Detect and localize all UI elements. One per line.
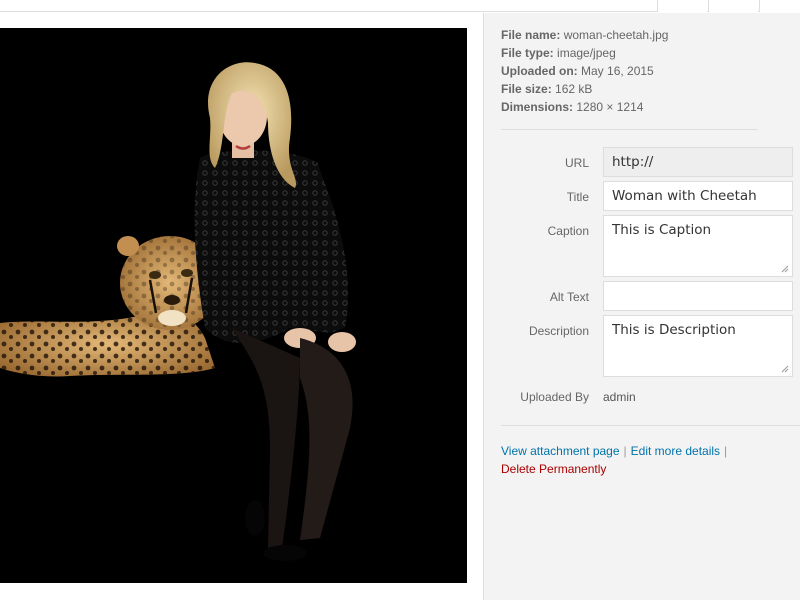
file-type-value: image/jpeg xyxy=(557,46,616,60)
uploaded-by-label: Uploaded By xyxy=(520,390,589,404)
resize-grip-icon[interactable] xyxy=(781,265,789,273)
file-size-row: File size: 162 kB xyxy=(501,80,668,98)
url-field[interactable]: http:// xyxy=(603,147,793,177)
actions-row-2: Delete Permanently xyxy=(501,460,731,478)
uploaded-on-row: Uploaded on: May 16, 2015 xyxy=(501,62,668,80)
delete-permanently-link[interactable]: Delete Permanently xyxy=(501,462,606,476)
view-attachment-link[interactable]: View attachment page xyxy=(501,444,620,458)
description-text: This is Description xyxy=(612,322,736,338)
dimensions-row: Dimensions: 1280 × 1214 xyxy=(501,98,668,116)
modal-header xyxy=(0,0,800,12)
next-button[interactable] xyxy=(708,0,758,12)
close-button[interactable] xyxy=(759,0,800,12)
file-size-label: File size: xyxy=(501,82,552,96)
previous-button[interactable] xyxy=(657,0,707,12)
caption-textarea[interactable]: This is Caption xyxy=(603,215,793,277)
title-field[interactable]: Woman with Cheetah xyxy=(603,181,793,211)
file-name-label: File name: xyxy=(501,28,561,42)
url-label: URL xyxy=(564,156,589,170)
actions-row-1: View attachment page | Edit more details | xyxy=(501,442,731,460)
edit-more-details-link[interactable]: Edit more details xyxy=(631,444,720,458)
separator: | xyxy=(724,444,728,458)
uploaded-by-value: admin xyxy=(603,390,636,404)
caption-text: This is Caption xyxy=(612,222,712,238)
caption-label: Caption xyxy=(547,224,589,238)
alt-text-field[interactable] xyxy=(603,281,793,311)
separator: | xyxy=(623,444,627,458)
title-label: Title xyxy=(566,190,589,204)
attachment-media-view xyxy=(0,13,483,600)
resize-grip-icon[interactable] xyxy=(781,365,789,373)
attachment-details-sidebar: File name: woman-cheetah.jpg File type: … xyxy=(483,13,800,600)
file-type-label: File type: xyxy=(501,46,554,60)
file-name-row: File name: woman-cheetah.jpg xyxy=(501,26,668,44)
file-name-value: woman-cheetah.jpg xyxy=(563,28,669,42)
file-details: File name: woman-cheetah.jpg File type: … xyxy=(501,26,668,116)
actions-divider xyxy=(501,425,800,426)
alt-text-label: Alt Text xyxy=(549,290,589,304)
details-divider xyxy=(501,129,758,130)
file-type-row: File type: image/jpeg xyxy=(501,44,668,62)
attachment-image xyxy=(0,28,467,583)
dimensions-label: Dimensions: xyxy=(501,100,574,114)
description-textarea[interactable]: This is Description xyxy=(603,315,793,377)
uploaded-on-label: Uploaded on: xyxy=(501,64,578,78)
dimensions-value: 1280 × 1214 xyxy=(576,100,644,114)
file-size-value: 162 kB xyxy=(555,82,593,96)
attachment-actions: View attachment page | Edit more details | … xyxy=(501,442,731,478)
description-label: Description xyxy=(528,324,589,338)
uploaded-on-value: May 16, 2015 xyxy=(581,64,654,78)
